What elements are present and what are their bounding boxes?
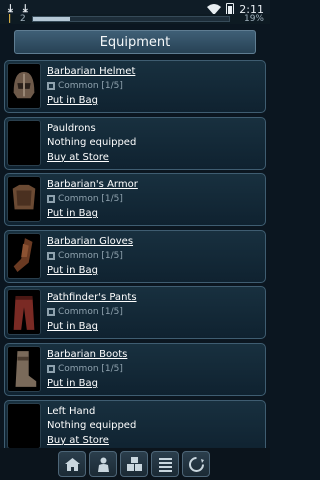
rarity-icon <box>47 195 55 204</box>
gloves-icon <box>7 232 41 279</box>
xp-percent: 19% <box>243 14 264 24</box>
xp-bar: | 2 19% <box>0 14 270 24</box>
put-in-bag-link[interactable]: Put in Bag <box>47 206 259 221</box>
item-title[interactable]: Barbarian's Armor <box>47 178 259 192</box>
rarity-icon <box>47 308 55 317</box>
buy-at-store-link[interactable]: Buy at Store <box>47 433 259 448</box>
empty-slot-icon <box>7 402 41 449</box>
helmet-icon <box>7 63 41 109</box>
item-rarity: Common [1/5] <box>58 81 123 91</box>
item-title[interactable]: Barbarian Gloves <box>47 235 259 249</box>
item-rarity: Common [1/5] <box>58 250 123 261</box>
level-number: 2 <box>20 14 26 24</box>
equipment-slot-helmet[interactable]: Barbarian Helmet Common [1/5] Put in Bag <box>4 60 266 113</box>
page-title: Equipment <box>99 35 171 50</box>
put-in-bag-link[interactable]: Put in Bag <box>47 319 259 334</box>
item-title[interactable]: Pathfinder's Pants <box>47 291 259 305</box>
rarity-icon <box>47 251 55 260</box>
item-title[interactable]: Barbarian Boots <box>47 348 259 362</box>
item-title: Left Hand <box>47 405 96 417</box>
item-status: Nothing equipped <box>47 419 137 431</box>
equipment-slot-left-hand[interactable]: Left Hand Nothing equipped Buy at Store <box>4 399 266 453</box>
item-rarity: Common [1/5] <box>58 363 123 374</box>
item-title[interactable]: Barbarian Helmet <box>47 65 259 79</box>
inventory-button[interactable] <box>120 451 148 477</box>
list-icon <box>159 458 172 472</box>
item-rarity: Common [1/5] <box>58 194 123 205</box>
refresh-icon <box>189 457 204 472</box>
item-status: Nothing equipped <box>47 136 137 148</box>
item-rarity: Common [1/5] <box>58 307 123 318</box>
put-in-bag-link[interactable]: Put in Bag <box>47 376 259 391</box>
buy-at-store-link[interactable]: Buy at Store <box>47 150 259 165</box>
equipment-slot-armor[interactable]: Barbarian's Armor Common [1/5] Put in Ba… <box>4 173 266 227</box>
xp-track <box>32 16 230 22</box>
page-title-banner: Equipment <box>14 30 256 54</box>
equipment-slot-pauldrons[interactable]: Pauldrons Nothing equipped Buy at Store <box>4 116 266 170</box>
rarity-icon <box>47 364 55 373</box>
list-button[interactable] <box>151 451 179 477</box>
equipment-list: Barbarian Helmet Common [1/5] Put in Bag… <box>4 60 266 456</box>
character-button[interactable] <box>89 451 117 477</box>
home-icon <box>65 458 80 471</box>
equipment-slot-gloves[interactable]: Barbarian Gloves Common [1/5] Put in Bag <box>4 229 266 283</box>
boots-icon <box>7 345 41 392</box>
armor-icon <box>7 176 41 223</box>
put-in-bag-link[interactable]: Put in Bag <box>47 93 259 108</box>
character-icon <box>98 457 109 472</box>
inventory-icon <box>127 457 142 471</box>
empty-slot-icon <box>7 119 41 166</box>
refresh-button[interactable] <box>182 451 210 477</box>
bottom-nav <box>0 448 270 480</box>
rarity-icon <box>47 82 55 90</box>
xp-fill <box>33 17 71 21</box>
home-button[interactable] <box>58 451 86 477</box>
equipment-slot-boots[interactable]: Barbarian Boots Common [1/5] Put in Bag <box>4 342 266 396</box>
put-in-bag-link[interactable]: Put in Bag <box>47 263 259 278</box>
equipment-slot-pants[interactable]: Pathfinder's Pants Common [1/5] Put in B… <box>4 286 266 340</box>
pants-icon <box>7 289 41 336</box>
item-title: Pauldrons <box>47 122 96 134</box>
level-icon: | <box>8 14 12 24</box>
